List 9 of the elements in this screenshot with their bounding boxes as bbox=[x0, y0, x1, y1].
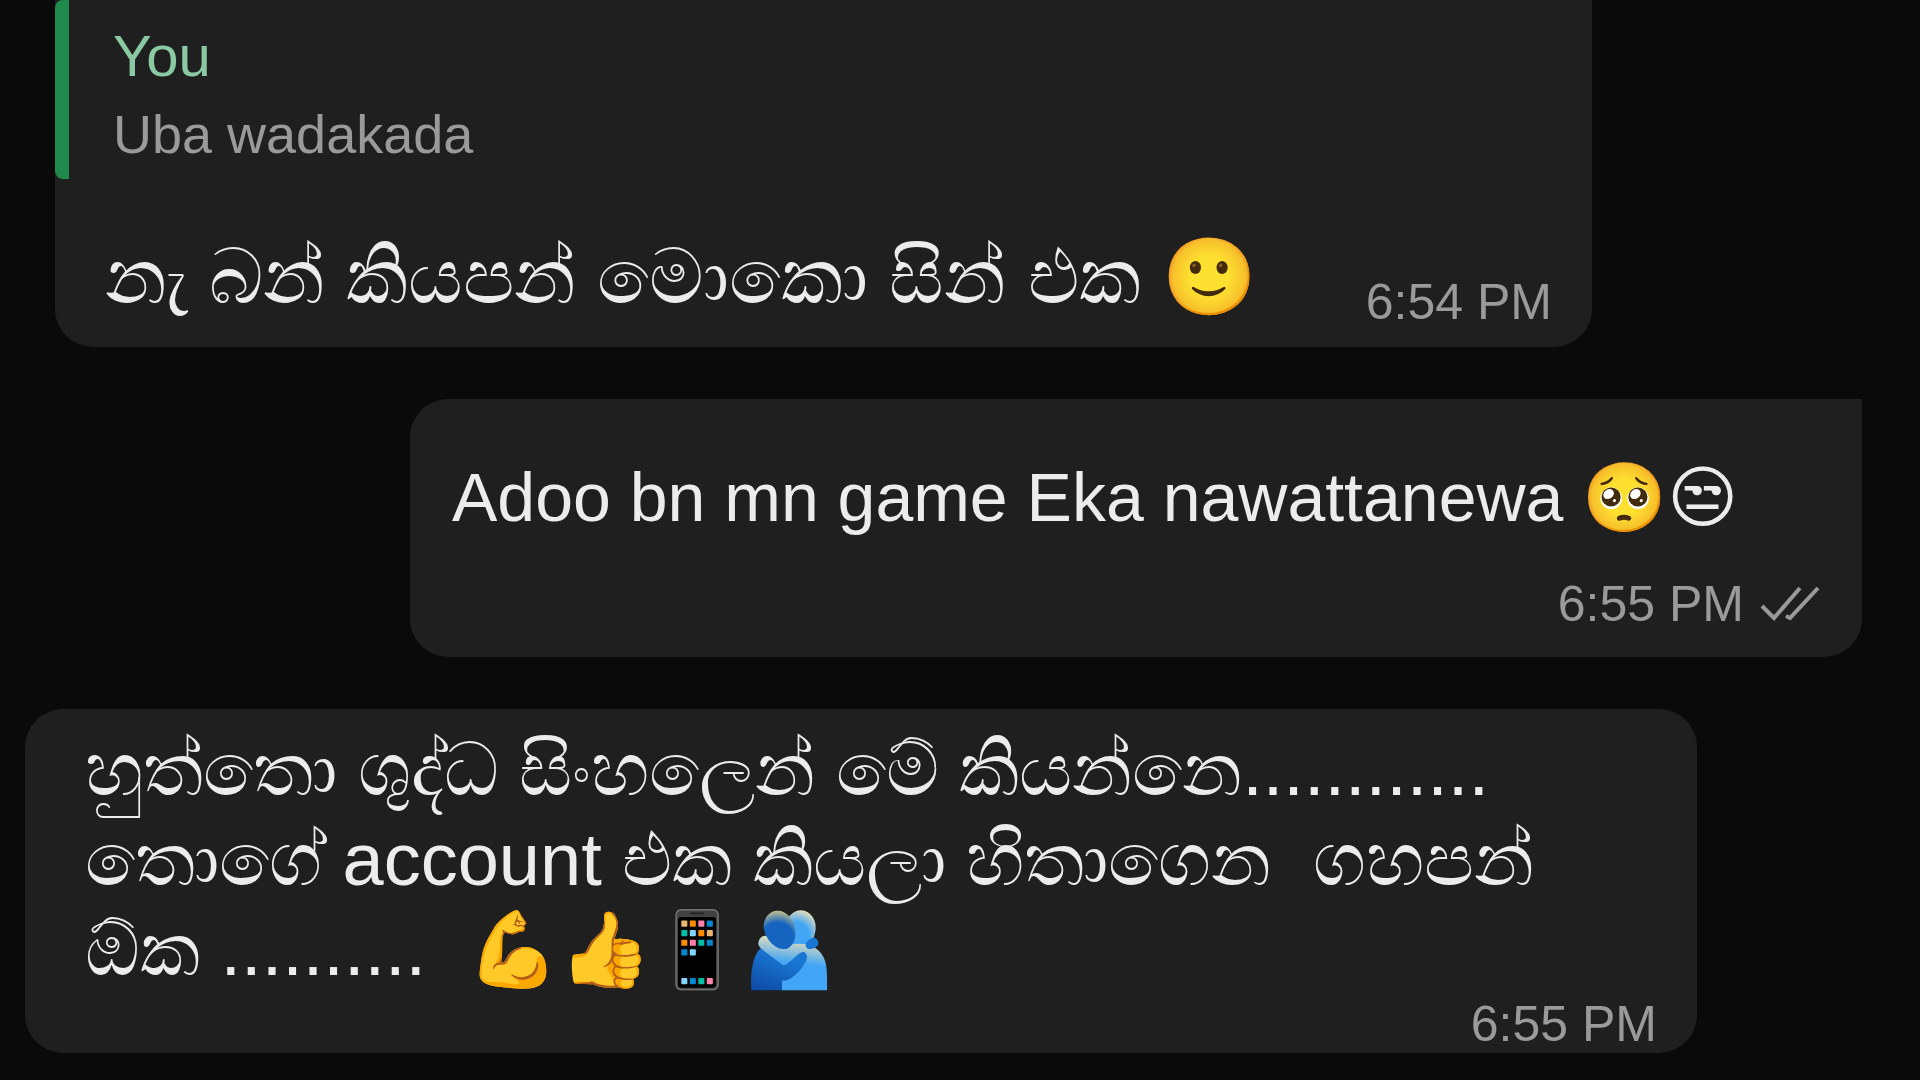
quoted-author: You bbox=[113, 22, 212, 89]
message-time: 6:54 PM bbox=[1365, 273, 1552, 331]
message-text: නැ බන් කියපන් මොකො සින් එක 🙂 bbox=[105, 233, 1257, 321]
quoted-message[interactable]: You Uba wadakada bbox=[55, 0, 1552, 179]
message-time: 6:55 PM bbox=[1557, 575, 1744, 633]
quoted-text: Uba wadakada bbox=[113, 103, 475, 165]
message-text: Adoo bn mn game Eka nawattanewa 🥺😒 bbox=[452, 458, 1740, 537]
message-text: හුත්තො ශුද්ධ සිංහලෙන් මේ කියන්නෙ............ තොගේ account එක කියලා හිතාගෙන ගහපන් ඕක .......... 💪👍📱🫂 bbox=[85, 727, 1535, 993]
message-time: 6:55 PM bbox=[1470, 995, 1657, 1053]
